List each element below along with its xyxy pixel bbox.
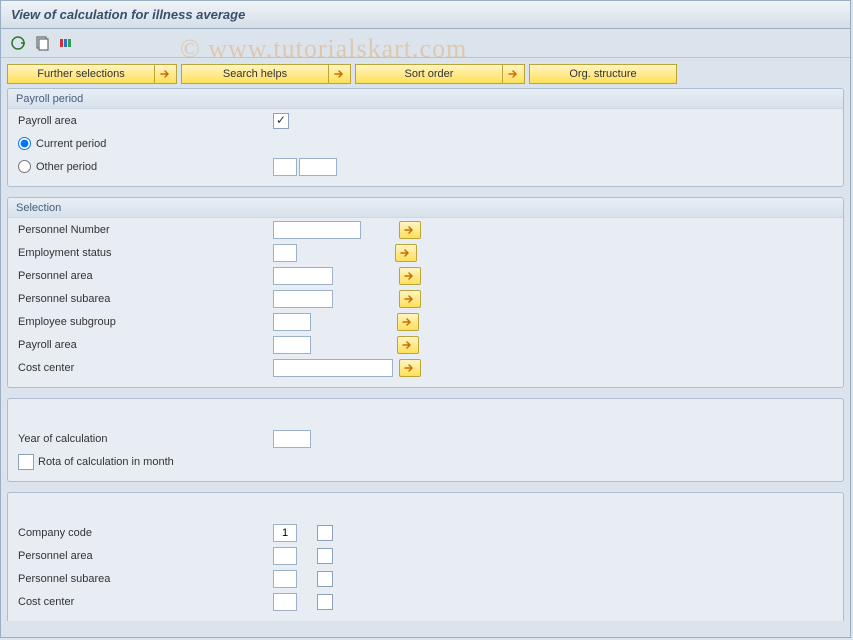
payroll-area-label: Payroll area bbox=[18, 115, 273, 127]
other-period-label: Other period bbox=[36, 161, 97, 173]
personnel-subarea-select-button[interactable] bbox=[399, 290, 421, 308]
org-personnel-area-input[interactable] bbox=[273, 547, 297, 565]
selection-header: Selection bbox=[8, 198, 843, 218]
employment-status-input[interactable] bbox=[273, 244, 297, 262]
further-selections-expand-icon[interactable] bbox=[155, 64, 177, 84]
sort-order-button[interactable]: Sort order bbox=[355, 64, 503, 84]
other-period-radio[interactable] bbox=[18, 160, 31, 173]
cost-center-label: Cost center bbox=[18, 362, 273, 374]
current-period-radio-row[interactable]: Current period bbox=[18, 137, 106, 150]
cost-center-input[interactable] bbox=[273, 359, 393, 377]
cost-center-select-button[interactable] bbox=[399, 359, 421, 377]
employment-status-select-button[interactable] bbox=[395, 244, 417, 262]
app-toolbar bbox=[1, 29, 850, 58]
payroll-period-group: Payroll period Payroll area Current peri… bbox=[7, 88, 844, 187]
company-code-checkbox[interactable] bbox=[317, 525, 333, 541]
personnel-area-input[interactable] bbox=[273, 267, 333, 285]
org-cost-center-checkbox[interactable] bbox=[317, 594, 333, 610]
employee-subgroup-select-button[interactable] bbox=[397, 313, 419, 331]
selection-group: Selection Personnel Number Employment st… bbox=[7, 197, 844, 388]
org-output-group: Company code Personnel area Personnel su… bbox=[7, 492, 844, 621]
org-cost-center-input[interactable] bbox=[273, 593, 297, 611]
org-cost-center-label: Cost center bbox=[18, 596, 273, 608]
org-personnel-area-label: Personnel area bbox=[18, 550, 273, 562]
personnel-number-label: Personnel Number bbox=[18, 224, 273, 236]
org-structure-button[interactable]: Org. structure bbox=[529, 64, 677, 84]
payroll-period-header: Payroll period bbox=[8, 89, 843, 109]
year-of-calculation-input[interactable] bbox=[273, 430, 311, 448]
payroll-area2-label: Payroll area bbox=[18, 339, 273, 351]
personnel-subarea-label: Personnel subarea bbox=[18, 293, 273, 305]
other-period-input-1[interactable] bbox=[273, 158, 297, 176]
rota-label: Rota of calculation in month bbox=[38, 456, 174, 468]
org-personnel-area-checkbox[interactable] bbox=[317, 548, 333, 564]
company-code-input[interactable] bbox=[273, 524, 297, 542]
palette-icon[interactable] bbox=[57, 34, 75, 52]
personnel-number-input[interactable] bbox=[273, 221, 361, 239]
nav-button-row: Further selections Search helps Sort ord… bbox=[7, 64, 844, 84]
payroll-area2-select-button[interactable] bbox=[397, 336, 419, 354]
personnel-area-label: Personnel area bbox=[18, 270, 273, 282]
variant-icon[interactable] bbox=[33, 34, 51, 52]
personnel-number-select-button[interactable] bbox=[399, 221, 421, 239]
personnel-subarea-input[interactable] bbox=[273, 290, 333, 308]
payroll-area2-input[interactable] bbox=[273, 336, 311, 354]
page-title: View of calculation for illness average bbox=[1, 1, 850, 29]
other-period-radio-row[interactable]: Other period bbox=[18, 160, 273, 173]
execute-icon[interactable] bbox=[9, 34, 27, 52]
employment-status-label: Employment status bbox=[18, 247, 273, 259]
current-period-label: Current period bbox=[36, 138, 106, 150]
search-helps-button[interactable]: Search helps bbox=[181, 64, 329, 84]
further-selections-button[interactable]: Further selections bbox=[7, 64, 155, 84]
org-personnel-subarea-label: Personnel subarea bbox=[18, 573, 273, 585]
employee-subgroup-input[interactable] bbox=[273, 313, 311, 331]
rota-checkbox[interactable] bbox=[18, 454, 34, 470]
company-code-label: Company code bbox=[18, 527, 273, 539]
employee-subgroup-label: Employee subgroup bbox=[18, 316, 273, 328]
year-of-calculation-label: Year of calculation bbox=[18, 433, 273, 445]
search-helps-expand-icon[interactable] bbox=[329, 64, 351, 84]
org-personnel-subarea-input[interactable] bbox=[273, 570, 297, 588]
calculation-group: Year of calculation Rota of calculation … bbox=[7, 398, 844, 482]
sort-order-expand-icon[interactable] bbox=[503, 64, 525, 84]
rota-checkbox-row[interactable]: Rota of calculation in month bbox=[18, 454, 174, 470]
org-personnel-subarea-checkbox[interactable] bbox=[317, 571, 333, 587]
other-period-input-2[interactable] bbox=[299, 158, 337, 176]
payroll-area-checkbox[interactable] bbox=[273, 113, 289, 129]
personnel-area-select-button[interactable] bbox=[399, 267, 421, 285]
current-period-radio[interactable] bbox=[18, 137, 31, 150]
